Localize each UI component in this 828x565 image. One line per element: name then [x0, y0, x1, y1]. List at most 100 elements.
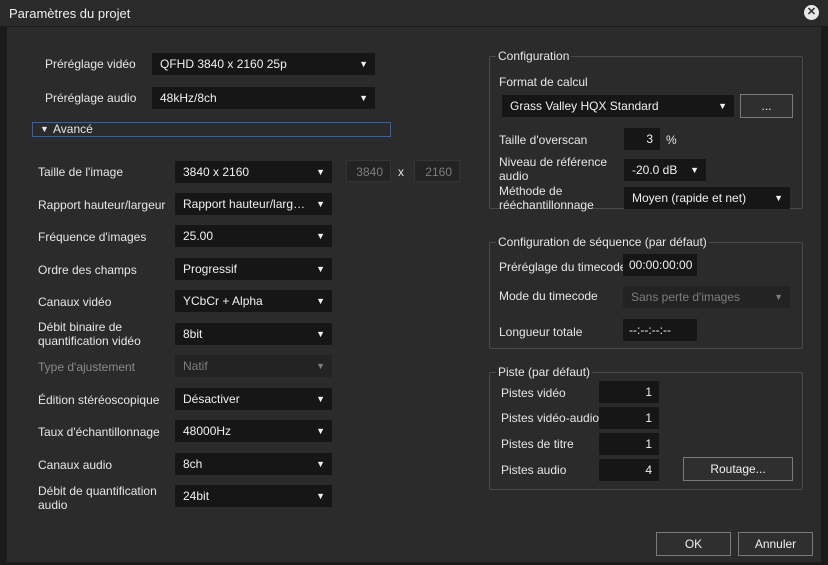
aspect-ratio-label: Rapport hauteur/largeur — [38, 198, 166, 212]
chevron-down-icon: ▼ — [774, 193, 783, 203]
configuration-title: Configuration — [496, 49, 572, 63]
chevron-down-icon: ▼ — [718, 101, 727, 111]
stereoscopic-value: Désactiver — [183, 392, 240, 406]
aspect-ratio-dropdown[interactable]: Rapport hauteur/largeur des pixels 1:1▼ — [175, 193, 332, 215]
audio-preset-label: Préréglage audio — [45, 91, 137, 105]
routing-button[interactable]: Routage... — [683, 457, 793, 481]
video-channels-value: YCbCr + Alpha — [183, 294, 263, 308]
chevron-down-icon: ▼ — [316, 361, 325, 371]
timecode-mode-label: Mode du timecode — [499, 289, 598, 303]
size-separator: x — [398, 165, 404, 179]
render-format-label: Format de calcul — [499, 75, 588, 89]
video-channels-label: Canaux vidéo — [38, 295, 112, 309]
chevron-down-icon: ▼ — [316, 491, 325, 501]
audio-tracks-label: Pistes audio — [501, 463, 567, 477]
overscan-unit: % — [666, 133, 677, 147]
project-settings-dialog: Préréglage vidéo QFHD 3840 x 2160 25p ▼ P… — [7, 27, 821, 562]
chevron-down-icon: ▼ — [316, 264, 325, 274]
chevron-down-icon: ▼ — [316, 329, 325, 339]
chevron-down-icon: ▼ — [359, 93, 368, 103]
frame-rate-value: 25.00 — [183, 229, 214, 243]
advanced-toggle[interactable]: ▼ Avancé — [32, 122, 391, 137]
image-size-value: 3840 x 2160 — [183, 165, 250, 179]
timecode-mode-value: Sans perte d'images — [631, 290, 741, 304]
chevron-down-icon: ▼ — [316, 426, 325, 436]
chevron-down-icon: ▼ — [316, 394, 325, 404]
video-audio-tracks-label: Pistes vidéo-audio — [501, 411, 600, 425]
sample-rate-dropdown[interactable]: 48000Hz ▼ — [175, 420, 332, 442]
adjustment-type-label: Type d'ajustement — [38, 360, 136, 374]
chevron-down-icon: ▼ — [316, 167, 325, 177]
video-bitdepth-label: Débit binaire de quantification vidéo — [38, 320, 141, 348]
title-tracks-label: Pistes de titre — [501, 437, 574, 451]
resample-method-value: Moyen (rapide et net) — [632, 191, 747, 205]
sample-rate-label: Taux d'échantillonnage — [38, 425, 160, 439]
title-bar: Paramètres du projet ✕ — [0, 0, 828, 26]
audio-ref-dropdown[interactable]: -20.0 dB ▼ — [624, 159, 706, 181]
adjustment-type-value: Natif — [183, 359, 208, 373]
video-preset-dropdown[interactable]: QFHD 3840 x 2160 25p ▼ — [152, 53, 375, 75]
field-order-value: Progressif — [183, 262, 238, 276]
total-length-label: Longueur totale — [499, 325, 583, 339]
resample-method-label: Méthode de rééchantillonnage — [499, 184, 594, 212]
video-audio-tracks-field[interactable]: 1 — [599, 407, 659, 429]
frame-rate-dropdown[interactable]: 25.00 ▼ — [175, 225, 332, 247]
resample-method-dropdown[interactable]: Moyen (rapide et net) ▼ — [624, 187, 790, 209]
tracks-title: Piste (par défaut) — [496, 365, 593, 379]
advanced-label: Avancé — [53, 122, 93, 136]
window-title: Paramètres du projet — [9, 6, 131, 21]
timecode-preset-label: Préréglage du timecode — [499, 260, 627, 274]
chevron-down-icon: ▼ — [316, 296, 325, 306]
audio-ref-value: -20.0 dB — [632, 163, 678, 177]
overscan-label: Taille d'overscan — [499, 133, 588, 147]
title-tracks-field[interactable]: 1 — [599, 433, 659, 455]
audio-preset-value: 48kHz/8ch — [160, 91, 217, 105]
chevron-down-icon: ▼ — [774, 292, 783, 302]
audio-channels-value: 8ch — [183, 457, 203, 471]
chevron-down-icon: ▼ — [316, 231, 325, 241]
overscan-field[interactable]: 3 — [624, 128, 660, 150]
aspect-ratio-value: Rapport hauteur/largeur des pixels 1:1 — [183, 197, 332, 211]
video-preset-value: QFHD 3840 x 2160 25p — [160, 57, 287, 71]
chevron-down-icon: ▼ — [359, 59, 368, 69]
field-order-label: Ordre des champs — [38, 263, 137, 277]
total-length-field[interactable]: --:--:--:-- — [623, 319, 697, 341]
chevron-down-icon: ▼ — [690, 165, 699, 175]
video-tracks-field[interactable]: 1 — [599, 381, 659, 403]
field-order-dropdown[interactable]: Progressif ▼ — [175, 258, 332, 280]
video-bitdepth-value: 8bit — [183, 327, 203, 341]
audio-preset-dropdown[interactable]: 48kHz/8ch ▼ — [152, 87, 375, 109]
cancel-button[interactable]: Annuler — [738, 532, 813, 556]
image-height-field[interactable]: 2160 — [414, 160, 460, 182]
chevron-down-icon: ▼ — [316, 199, 325, 209]
triangle-down-icon: ▼ — [40, 124, 49, 134]
frame-rate-label: Fréquence d'images — [38, 230, 147, 244]
image-width-field[interactable]: 3840 — [346, 160, 391, 182]
close-icon[interactable]: ✕ — [804, 5, 819, 20]
render-format-settings-button[interactable]: ... — [740, 94, 793, 118]
video-channels-dropdown[interactable]: YCbCr + Alpha ▼ — [175, 290, 332, 312]
video-bitdepth-dropdown[interactable]: 8bit ▼ — [175, 323, 332, 345]
timecode-preset-field[interactable]: 00:00:00:00 — [623, 254, 697, 276]
adjustment-type-dropdown: Natif ▼ — [175, 355, 332, 377]
image-size-label: Taille de l'image — [38, 165, 124, 179]
sequence-config-title: Configuration de séquence (par défaut) — [496, 235, 709, 249]
video-preset-label: Préréglage vidéo — [45, 57, 136, 71]
audio-tracks-field[interactable]: 4 — [599, 459, 659, 481]
audio-channels-label: Canaux audio — [38, 458, 113, 472]
stereoscopic-label: Édition stéréoscopique — [38, 393, 160, 407]
render-format-value: Grass Valley HQX Standard — [510, 99, 659, 113]
audio-bitdepth-dropdown[interactable]: 24bit ▼ — [175, 485, 332, 507]
audio-ref-label: Niveau de référence audio — [499, 155, 608, 183]
audio-bitdepth-label: Débit de quantification audio — [38, 484, 157, 512]
video-tracks-label: Pistes vidéo — [501, 386, 566, 400]
render-format-dropdown[interactable]: Grass Valley HQX Standard ▼ — [502, 95, 734, 117]
audio-bitdepth-value: 24bit — [183, 489, 210, 503]
timecode-mode-dropdown: Sans perte d'images ▼ — [623, 286, 790, 308]
image-size-dropdown[interactable]: 3840 x 2160 ▼ — [175, 161, 332, 183]
sample-rate-value: 48000Hz — [183, 424, 232, 438]
chevron-down-icon: ▼ — [316, 459, 325, 469]
ok-button[interactable]: OK — [656, 532, 731, 556]
stereoscopic-dropdown[interactable]: Désactiver ▼ — [175, 388, 332, 410]
audio-channels-dropdown[interactable]: 8ch ▼ — [175, 453, 332, 475]
